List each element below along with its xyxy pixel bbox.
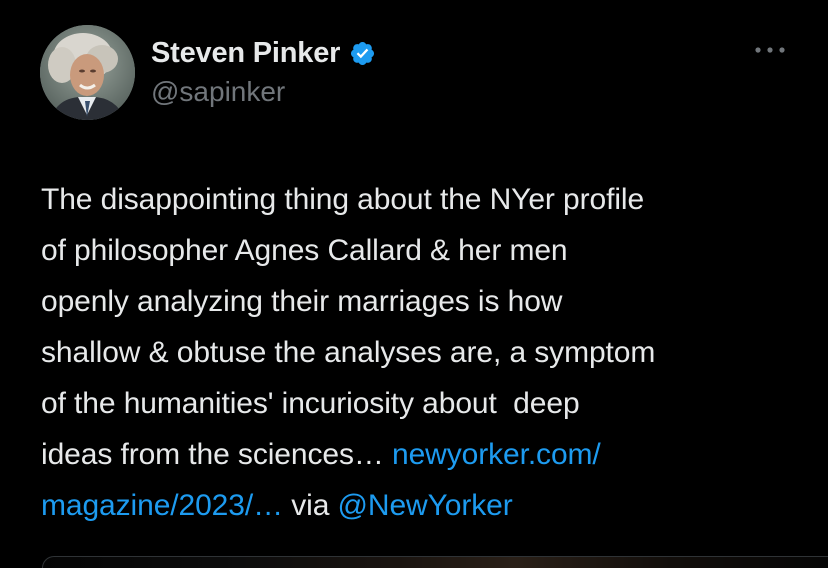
profile-photo-icon — [40, 25, 135, 120]
mention-link[interactable]: @NewYorker — [338, 489, 513, 522]
author-display-name[interactable]: Steven Pinker — [151, 37, 340, 70]
article-link-line1[interactable]: newyorker.com/ — [392, 438, 601, 471]
author-handle[interactable]: @sapinker — [151, 76, 376, 108]
avatar[interactable] — [40, 25, 135, 120]
tweet-text: The disappointing thing about the NYer p… — [41, 183, 656, 471]
more-dots-icon — [755, 47, 785, 53]
article-link-line2[interactable]: magazine/2023/… — [41, 489, 283, 522]
verified-badge-icon — [351, 41, 375, 65]
tweet-body: The disappointing thing about the NYer p… — [41, 174, 811, 531]
tweet-author[interactable]: Steven Pinker @sapinker — [151, 34, 376, 108]
media-preview[interactable] — [42, 556, 828, 568]
via-text: via — [283, 489, 338, 522]
more-options-button[interactable] — [752, 40, 788, 60]
